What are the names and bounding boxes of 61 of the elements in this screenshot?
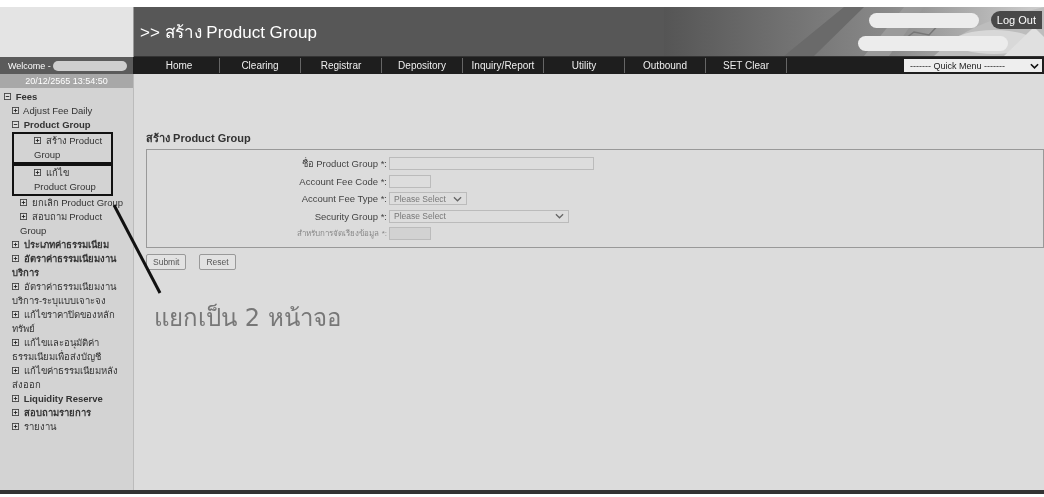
form-button[interactable]: Reset <box>199 253 236 270</box>
nav-item[interactable]: Clearing <box>220 58 301 73</box>
select-field[interactable]: Please Select <box>389 192 467 206</box>
menu-item[interactable]: สอบถาม Product Group <box>0 210 133 238</box>
menu-item[interactable]: แก้ไขค่าธรรมเนียมหลังส่งออก <box>0 364 133 392</box>
plus-box-icon <box>12 409 19 416</box>
field-label: Account Fee Code *: <box>298 175 387 187</box>
annotation-text: แยกเป็น 2 หน้าจอ <box>154 302 342 334</box>
plus-box-icon <box>12 339 19 346</box>
chevron-down-icon <box>453 195 462 202</box>
logout-button[interactable]: Log Out <box>990 11 1042 29</box>
menu-item[interactable]: แก้ไข Product Group <box>12 164 113 196</box>
menu-item[interactable]: แก้ไขและอนุมัติค่าธรรมเนียมเพื่อส่งบัญชี <box>0 336 133 364</box>
menu-item[interactable]: Liquidity Reserve <box>0 392 133 406</box>
nav-item[interactable]: Utility <box>544 58 625 73</box>
menu-item[interactable]: สร้าง Product Group <box>12 132 113 164</box>
nav-item[interactable]: Outbound <box>625 58 706 73</box>
plus-box-icon <box>12 107 19 114</box>
form-button[interactable]: Submit <box>146 253 187 270</box>
plus-box-icon <box>12 255 19 262</box>
minus-box-icon <box>4 93 11 100</box>
chevron-down-icon <box>555 213 564 220</box>
nav-item[interactable]: Inquiry/Report <box>463 58 544 73</box>
menu-item[interactable]: Adjust Fee Daily <box>0 104 133 118</box>
plus-box-icon <box>20 199 27 206</box>
plus-box-icon <box>12 367 19 374</box>
menu-item[interactable]: Fees <box>0 90 133 104</box>
menu-item[interactable]: รายงาน <box>0 420 133 434</box>
menu-item[interactable]: อัตราค่าธรรมเนียมงานบริการ <box>0 252 133 280</box>
input-field[interactable] <box>389 157 594 171</box>
chevron-down-icon <box>1030 62 1039 69</box>
plus-box-icon <box>34 169 41 176</box>
plus-box-icon <box>20 213 27 220</box>
page-title: >> สร้าง Product Group <box>139 22 317 44</box>
plus-box-icon <box>34 137 41 144</box>
quick-menu-select[interactable]: ------- Quick Menu ------- <box>904 59 1042 72</box>
menu-item[interactable]: อัตราค่าธรรมเนียมงานบริการ-ระบุแบบเจาะจง <box>0 280 133 308</box>
field-label: สำหรับการจัดเรียงข้อมูล *: <box>296 228 387 241</box>
form-title: สร้าง Product Group <box>146 131 252 146</box>
welcome-label: Welcome - <box>8 60 51 71</box>
menu-item[interactable]: ยกเลิก Product Group <box>0 196 133 210</box>
field-label: Security Group *: <box>313 210 387 222</box>
field-label: ชื่อ Product Group *: <box>300 156 387 172</box>
menu-item[interactable]: แก้ไขราคาปิดของหลักทรัพย์ <box>0 308 133 336</box>
plus-box-icon <box>12 283 19 290</box>
nav-item[interactable]: SET Clear <box>706 58 787 73</box>
minus-box-icon <box>12 121 19 128</box>
plus-box-icon <box>12 311 19 318</box>
plus-box-icon <box>12 241 19 248</box>
date-time: 20/12/2565 13:54:50 <box>0 74 133 88</box>
input-field[interactable] <box>389 174 431 188</box>
nav-item[interactable]: Registrar <box>301 58 382 73</box>
menu-item[interactable]: ประเภทค่าธรรมเนียม <box>0 238 133 252</box>
nav-item[interactable]: Home <box>139 58 220 73</box>
nav-item[interactable]: Depository <box>382 58 463 73</box>
menu-item[interactable]: สอบถามรายการ <box>0 406 133 420</box>
plus-box-icon <box>12 423 19 430</box>
field-label: Account Fee Type *: <box>300 193 387 205</box>
menu-item[interactable]: Product Group <box>0 118 133 132</box>
plus-box-icon <box>12 395 19 402</box>
select-field[interactable]: Please Select <box>389 209 569 223</box>
